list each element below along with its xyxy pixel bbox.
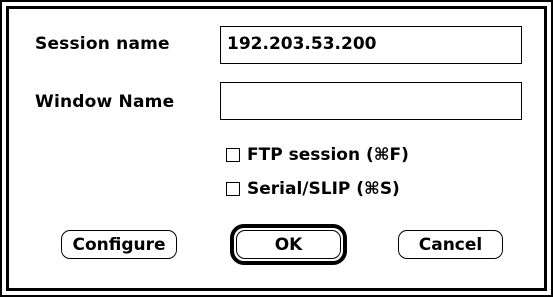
ftp-session-option[interactable]: FTP session (⌘F) <box>226 145 409 165</box>
serial-slip-checkbox[interactable] <box>226 182 240 196</box>
configure-button[interactable]: Configure <box>61 230 177 259</box>
session-name-label: Session name <box>35 34 170 54</box>
new-session-dialog: Session name 192.203.53.200 Window Name … <box>0 0 553 297</box>
ftp-session-checkbox[interactable] <box>226 148 240 162</box>
window-name-field[interactable] <box>220 82 522 120</box>
ok-button[interactable]: OK <box>236 230 341 259</box>
serial-slip-label: Serial/SLIP (⌘S) <box>247 179 400 199</box>
serial-slip-option[interactable]: Serial/SLIP (⌘S) <box>226 179 400 199</box>
ftp-session-label: FTP session (⌘F) <box>247 145 409 165</box>
cancel-button[interactable]: Cancel <box>398 230 503 259</box>
session-name-field[interactable]: 192.203.53.200 <box>220 26 522 64</box>
window-name-label: Window Name <box>35 92 175 112</box>
